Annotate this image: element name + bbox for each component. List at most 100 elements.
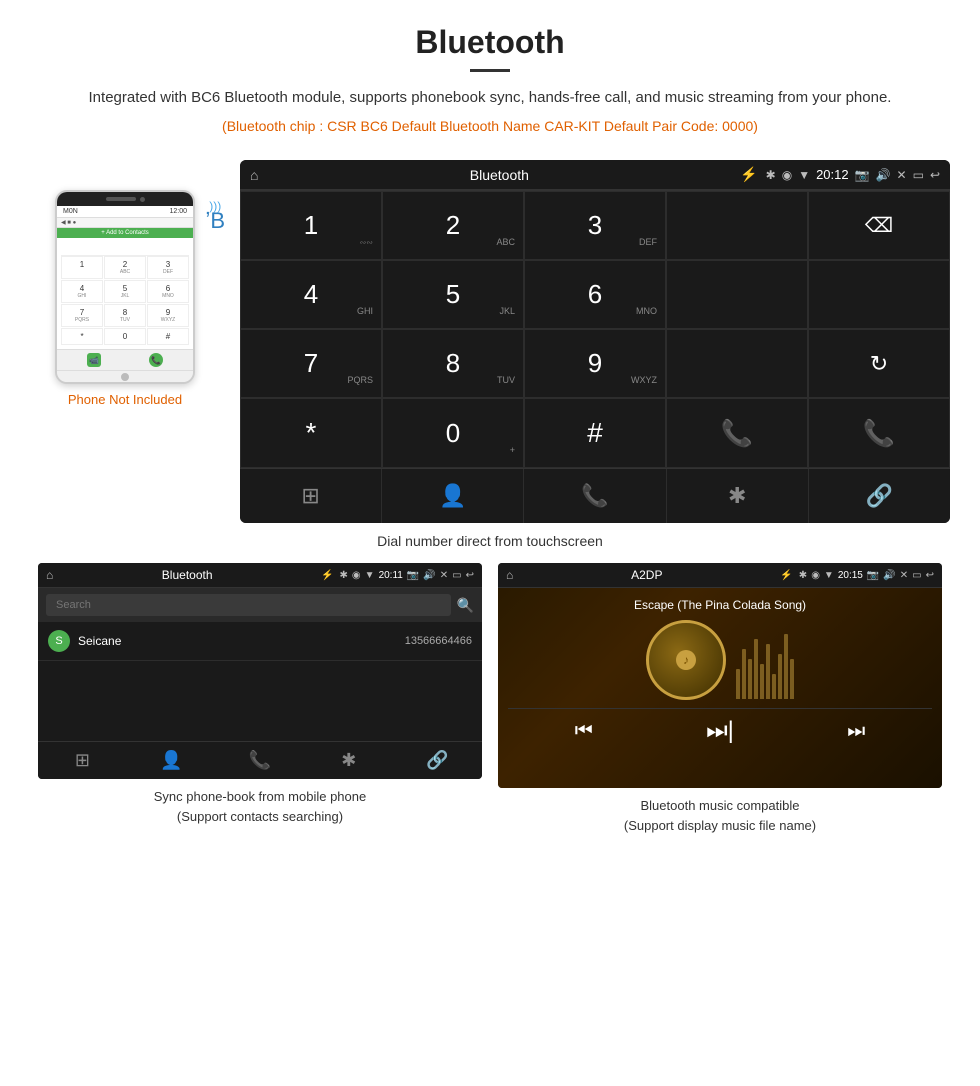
header-description: Integrated with BC6 Bluetooth module, su…	[80, 86, 900, 110]
pb-nav-bluetooth[interactable]: ✱	[304, 750, 393, 771]
pb-status-icons: ✱ ◉ ▼ 20:11 📷 🔊 ✕ ▭ ↩	[340, 570, 474, 581]
music-home-icon[interactable]: ⌂	[506, 568, 513, 582]
dial-key-0[interactable]: 0+	[382, 398, 524, 468]
music-play-pause-btn[interactable]: ⏭|	[706, 717, 734, 745]
pb-volume-icon[interactable]: 🔊	[423, 570, 435, 581]
music-controls: ⏮ ⏭| ⏭	[508, 708, 932, 753]
dial-key-1[interactable]: 1∾∾	[240, 191, 382, 260]
phone-key-2[interactable]: 2ABC	[104, 256, 146, 279]
pb-home-icon[interactable]: ⌂	[46, 568, 53, 582]
phone-key-9[interactable]: 9WXYZ	[147, 304, 189, 327]
music-camera-icon[interactable]: 📷	[867, 570, 879, 581]
pb-bt-icon: ✱	[340, 570, 348, 581]
dial-key-star[interactable]: *	[240, 398, 382, 468]
phone-key-7[interactable]: 7PQRS	[61, 304, 103, 327]
phone-key-3[interactable]: 3DEF	[147, 256, 189, 279]
pb-search-icon[interactable]: 🔍	[457, 597, 474, 614]
phone-call-btn[interactable]: 📞	[149, 353, 163, 367]
pb-search-input[interactable]	[46, 594, 451, 616]
dial-key-9[interactable]: 9WXYZ	[524, 329, 666, 398]
phone-mockup: M0N 12:00 ◀ ■ ● + Add to Contacts 1 2ABC…	[55, 190, 195, 384]
dial-backspace[interactable]: ⌫	[808, 191, 950, 260]
car-nav-calls[interactable]: 📞	[524, 469, 666, 523]
music-time: 20:15	[838, 570, 863, 581]
music-prev-btn[interactable]: ⏮	[575, 720, 593, 743]
pb-screen-icon[interactable]: ▭	[452, 570, 461, 581]
eq-bar-2	[742, 649, 746, 699]
dial-key-8[interactable]: 8TUV	[382, 329, 524, 398]
phone-carrier: M0N	[63, 208, 78, 215]
dial-empty-1	[666, 191, 808, 260]
pb-close-icon[interactable]: ✕	[440, 570, 448, 581]
bluetooth-wave-overlay: ))) ʼΒ	[205, 200, 225, 234]
car-nav-apps[interactable]: ⊞	[240, 469, 382, 523]
music-close-icon[interactable]: ✕	[900, 570, 908, 581]
phone-home-button[interactable]	[121, 373, 129, 381]
dial-call-red[interactable]: 📞	[808, 398, 950, 468]
car-nav-link[interactable]: 🔗	[809, 469, 950, 523]
phone-key-0[interactable]: 0	[104, 328, 146, 345]
dial-key-2[interactable]: 2ABC	[382, 191, 524, 260]
music-location-icon: ◉	[811, 570, 820, 581]
pb-contact-name: Seicane	[78, 634, 397, 648]
phone-display	[61, 242, 189, 256]
pb-signal-icon: ▼	[365, 570, 375, 581]
dial-reload[interactable]: ↻	[808, 329, 950, 398]
pb-search-bar: 🔍	[38, 588, 482, 622]
music-screen-icon[interactable]: ▭	[912, 570, 921, 581]
music-volume-icon[interactable]: 🔊	[883, 570, 895, 581]
phone-key-8[interactable]: 8TUV	[104, 304, 146, 327]
music-caption-sub: (Support display music file name)	[624, 818, 816, 833]
pb-camera-icon[interactable]: 📷	[407, 570, 419, 581]
phone-key-star[interactable]: *	[61, 328, 103, 345]
music-screen: ⌂ A2DP ⚡ ✱ ◉ ▼ 20:15 📷 🔊 ✕ ▭ ↩ Escape (T…	[498, 563, 942, 788]
phone-key-hash[interactable]: #	[147, 328, 189, 345]
main-caption: Dial number direct from touchscreen	[0, 523, 980, 563]
phone-bottom-bar: 📹 📞	[57, 349, 193, 370]
dial-empty-4	[666, 329, 808, 398]
phone-key-4[interactable]: 4GHI	[61, 280, 103, 303]
car-close-icon[interactable]: ✕	[897, 168, 907, 182]
phone-key-6[interactable]: 6MNO	[147, 280, 189, 303]
pb-status-bar: ⌂ Bluetooth ⚡ ✱ ◉ ▼ 20:11 📷 🔊 ✕ ▭ ↩	[38, 563, 482, 588]
eq-bar-6	[766, 644, 770, 699]
car-status-right: ✱ ◉ ▼ 20:12 📷 🔊 ✕ ▭ ↩	[766, 167, 940, 182]
dial-key-6[interactable]: 6MNO	[524, 260, 666, 329]
phonebook-caption-sub: (Support contacts searching)	[177, 809, 343, 824]
pb-nav-link[interactable]: 🔗	[393, 750, 482, 771]
dial-key-5[interactable]: 5JKL	[382, 260, 524, 329]
phone-not-included-label: Phone Not Included	[68, 392, 182, 407]
main-section: M0N 12:00 ◀ ■ ● + Add to Contacts 1 2ABC…	[0, 150, 980, 523]
page-title: Bluetooth	[80, 24, 900, 61]
eq-bar-8	[778, 654, 782, 699]
dial-key-hash[interactable]: #	[524, 398, 666, 468]
car-back-icon[interactable]: ↩	[930, 168, 940, 182]
car-nav-bluetooth[interactable]: ✱	[667, 469, 809, 523]
pb-back-icon[interactable]: ↩	[466, 570, 474, 581]
music-bt-icon: ✱	[799, 570, 807, 581]
car-nav-contacts[interactable]: 👤	[382, 469, 524, 523]
music-album-art: ♪	[646, 620, 726, 700]
pb-nav-calls[interactable]: 📞	[216, 750, 305, 771]
pb-nav-apps[interactable]: ⊞	[38, 750, 127, 771]
phone-home-row	[57, 370, 193, 382]
car-screen-icon[interactable]: ▭	[913, 168, 924, 182]
music-next-btn[interactable]: ⏭	[847, 720, 865, 743]
pb-contact-row[interactable]: S Seicane 13566664466	[38, 622, 482, 661]
phone-time: 12:00	[169, 208, 187, 215]
car-volume-icon[interactable]: 🔊	[876, 168, 891, 182]
dial-key-4[interactable]: 4GHI	[240, 260, 382, 329]
phone-key-5[interactable]: 5JKL	[104, 280, 146, 303]
phone-key-1[interactable]: 1	[61, 256, 103, 279]
music-status-icons: ✱ ◉ ▼ 20:15 📷 🔊 ✕ ▭ ↩	[799, 570, 934, 581]
car-camera-icon[interactable]: 📷	[855, 168, 870, 182]
dial-call-green[interactable]: 📞	[666, 398, 808, 468]
car-home-icon[interactable]: ⌂	[250, 167, 258, 183]
dial-key-7[interactable]: 7PQRS	[240, 329, 382, 398]
page-header: Bluetooth Integrated with BC6 Bluetooth …	[0, 0, 980, 150]
music-back-icon[interactable]: ↩	[926, 570, 934, 581]
pb-contact-avatar: S	[48, 630, 70, 652]
dial-key-3[interactable]: 3DEF	[524, 191, 666, 260]
pb-nav-contacts[interactable]: 👤	[127, 750, 216, 771]
pb-contact-phone: 13566664466	[405, 635, 472, 647]
